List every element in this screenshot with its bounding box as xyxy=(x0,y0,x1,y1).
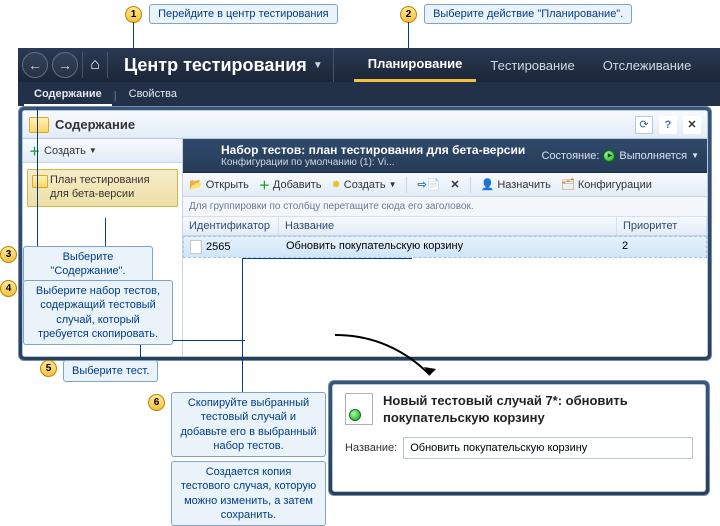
delete-button[interactable]: ✕ xyxy=(450,178,459,191)
badge-4: 4 xyxy=(0,280,17,297)
suite-header: Набор тестов: план тестирования для бета… xyxy=(183,139,707,173)
add-button[interactable]: ＋Добавить xyxy=(259,177,322,193)
annotation-5: Выберите тест. xyxy=(63,360,158,382)
tab-track[interactable]: Отслеживание xyxy=(589,48,706,82)
home-button[interactable]: ⌂ xyxy=(82,52,108,78)
create-suite-button[interactable]: Создать ▼ xyxy=(44,145,97,157)
annotation-3: Выберите "Содержание". xyxy=(23,246,153,283)
tab-plan[interactable]: Планирование xyxy=(354,48,477,82)
annotation-6b: Создается копия тестового случая, котору… xyxy=(171,461,326,526)
close-button[interactable]: ✕ xyxy=(683,116,701,134)
testcase-large-icon xyxy=(345,393,373,425)
hub-dropdown[interactable]: Центр тестирования ▼ xyxy=(114,48,334,82)
chevron-down-icon: ▼ xyxy=(313,60,323,71)
panel-header: Содержание ⟳ ? ✕ xyxy=(23,111,707,139)
group-by-hint: Для группировки по столбцу перетащите сю… xyxy=(183,197,707,217)
play-icon xyxy=(603,150,615,162)
create-test-button[interactable]: ✸Создать▼ xyxy=(332,178,397,191)
grid-header: Идентификатор Название Приоритет xyxy=(183,217,707,236)
badge-6: 6 xyxy=(148,394,165,411)
suite-state-dropdown[interactable]: Состояние: Выполняется ▼ xyxy=(541,150,699,162)
help-button[interactable]: ? xyxy=(659,116,677,134)
hub-title: Центр тестирования xyxy=(124,55,307,76)
annotation-4: Выберите набор тестов, содержащий тестов… xyxy=(23,280,173,345)
annotation-6a: Скопируйте выбранный тестовый случай и д… xyxy=(171,392,326,457)
chevron-down-icon: ▼ xyxy=(89,146,97,155)
sub-tabs: Содержание | Свойства xyxy=(18,82,720,106)
separator: | xyxy=(112,86,119,106)
top-tabs: Планирование Тестирование Отслеживание xyxy=(354,48,706,82)
test-toolbar: 📂Открыть ＋Добавить ✸Создать▼ ⇨📄 ✕ 👤Назна… xyxy=(183,173,707,197)
panel-title: Содержание xyxy=(55,117,629,132)
subtab-properties[interactable]: Свойства xyxy=(119,84,187,106)
badge-3: 3 xyxy=(0,246,17,263)
folder-icon xyxy=(191,147,213,165)
assign-button[interactable]: 👤Назначить xyxy=(481,178,551,191)
back-button[interactable]: ← xyxy=(22,52,48,78)
suite-tree-item[interactable]: План тестирования для бета-версии xyxy=(27,169,178,207)
app-header: ← → ⌂ Центр тестирования ▼ Планирование … xyxy=(18,48,720,82)
testcase-icon xyxy=(190,240,202,254)
detail-panel: Новый тестовый случай 7*: обновить покуп… xyxy=(328,380,710,496)
annotation-2: Выберите действие "Планирование". xyxy=(424,4,632,24)
col-id[interactable]: Идентификатор xyxy=(183,217,279,235)
arrow-icon xyxy=(330,330,450,390)
plus-icon: ＋ xyxy=(29,143,40,159)
col-priority[interactable]: Приоритет xyxy=(617,217,707,235)
tab-test[interactable]: Тестирование xyxy=(476,48,588,82)
detail-name-label: Название: xyxy=(345,442,397,454)
detail-title: Новый тестовый случай 7*: обновить покуп… xyxy=(383,393,693,427)
copy-add-button[interactable]: ⇨📄 xyxy=(417,178,440,191)
refresh-button[interactable]: ⟳ xyxy=(635,116,653,134)
suite-title: Набор тестов: план тестирования для бета… xyxy=(221,143,533,157)
subtab-contents[interactable]: Содержание xyxy=(24,84,112,106)
detail-name-input[interactable] xyxy=(403,437,693,459)
badge-2: 2 xyxy=(400,6,417,23)
configs-button[interactable]: 🗂Конфигурации xyxy=(561,178,652,191)
open-button[interactable]: 📂Открыть xyxy=(189,178,249,191)
suite-config: Конфигурации по умолчанию (1): Vi... xyxy=(221,157,533,168)
badge-5: 5 xyxy=(40,360,57,377)
badge-1: 1 xyxy=(125,6,142,23)
test-case-row[interactable]: 2565 Обновить покупательскую корзину 2 xyxy=(183,236,707,258)
folder-icon xyxy=(29,117,49,133)
annotation-1: Перейдите в центр тестирования xyxy=(149,4,338,24)
chevron-down-icon: ▼ xyxy=(691,151,699,160)
forward-button[interactable]: → xyxy=(52,52,78,78)
col-name[interactable]: Название xyxy=(279,217,617,235)
